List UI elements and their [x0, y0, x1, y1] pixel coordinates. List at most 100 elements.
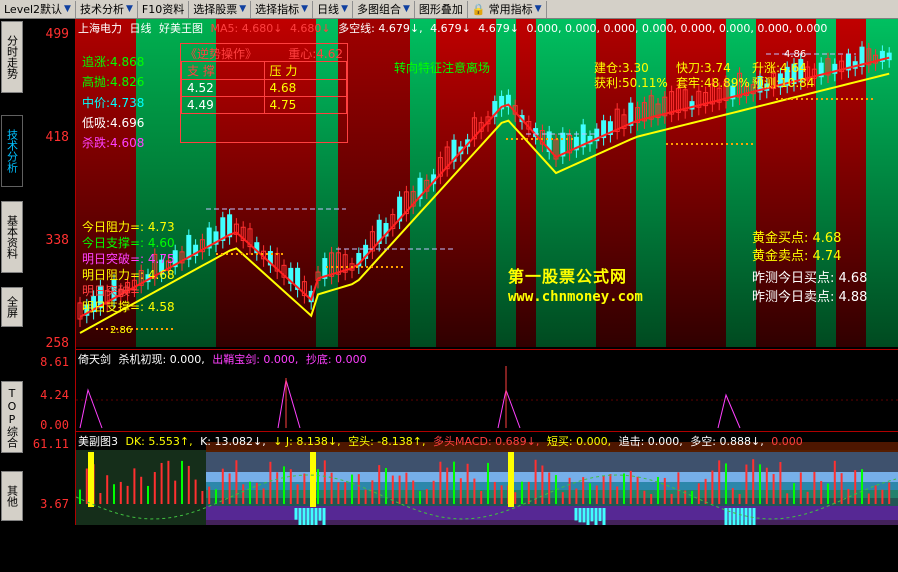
- y-tick-pane2-2: 4.24: [40, 388, 69, 402]
- pane2-name: 倚天剑: [78, 353, 111, 366]
- label-gold-sell: 黄金卖点: 4.74: [752, 249, 842, 264]
- toolbar-level2[interactable]: Level2默认 ▼: [0, 0, 76, 18]
- chevron-down-icon: ▼: [64, 4, 71, 14]
- lock-icon: 🔒: [471, 2, 486, 16]
- toolbar-overlay[interactable]: 图形叠加: [415, 0, 468, 18]
- pane3-zhuigao: 追击: 0.000,: [618, 435, 683, 448]
- ops-support-1: 4.52: [181, 79, 265, 97]
- label-yest-sell: 昨测今日卖点: 4.88: [752, 290, 868, 305]
- label-tomorrow-break-2: 明日突破=: [82, 284, 141, 298]
- tab-basic-info[interactable]: 基本资料: [1, 201, 23, 273]
- y-tick-main-1: 499: [45, 27, 69, 42]
- label-huoli: 获利:50.11%: [594, 76, 668, 90]
- pane3-duotou: 多头MACD: 0.689↓,: [432, 435, 540, 448]
- header-value-2: 4.680↓: [289, 22, 331, 35]
- header-zeros: 0.000, 0.000, 0.000, 0.000, 0.000, 0.000…: [526, 22, 828, 35]
- stock-name: 上海电力: [78, 22, 122, 35]
- chevron-down-icon: ▼: [534, 4, 542, 14]
- chevron-down-icon: ▼: [341, 4, 348, 14]
- y-tick-pane2-3: 0.00: [40, 418, 69, 432]
- ops-support-2: 4.49: [181, 96, 265, 114]
- tab-fullscreen[interactable]: 全屏: [1, 287, 23, 327]
- label-yuce: 预测:10.84: [752, 76, 815, 90]
- label-tomorrow-break: 明日突破=: 4.75: [82, 252, 175, 266]
- top-toolbar: Level2默认 ▼ 技术分析 ▼ F10资料 选择股票 ▼ 选择指标 ▼ 日线 ▼ 多图…: [0, 0, 898, 19]
- label-tomorrow-resist: 明日阻力=: 4.68: [82, 268, 175, 282]
- bottom-area: [0, 525, 898, 572]
- label-taoli: 套牢:48.89%: [676, 76, 750, 90]
- y-tick-pane3-1: 61.11: [32, 437, 69, 451]
- yitianjian-pane[interactable]: 倚天剑 杀机初现: 0.000, 出鞘宝剑: 0.000, 抄底: 0.000: [76, 349, 898, 429]
- label-trend-turn: 转向特征注意离场: [394, 61, 491, 75]
- label-yest-buy: 昨测今日买点: 4.68: [752, 271, 868, 286]
- watermark-title: 第一股票公式网: [508, 267, 628, 286]
- main-header: 上海电力 日线 好美王图 MA5: 4.680↓ 4.680↓ 多空线: 4.6…: [78, 20, 831, 36]
- y-tick-main-4: 258: [45, 336, 69, 351]
- ops-box-center: 重心:4.62: [288, 47, 343, 61]
- tab-other[interactable]: 其他: [1, 471, 23, 521]
- y-axis: 499 418 338 258 8.61 4.24 0.00 61.11 3.6…: [24, 19, 76, 525]
- pane3-name: 美副图3: [78, 435, 118, 448]
- tab-tech-analysis[interactable]: 技术分析: [1, 115, 23, 187]
- pane3-zero: 0.000: [771, 435, 803, 448]
- ma5-value: MA5: 4.680↓: [210, 22, 283, 35]
- y-tick-main-2: 418: [45, 130, 69, 145]
- label-today-resist: 今日阻力=: 4.73: [82, 220, 175, 234]
- pane2-field-3: 抄底: 0.000: [305, 353, 367, 366]
- pane3-dk: DK: 5.553↑,: [125, 435, 193, 448]
- pane2-field-1: 杀机初现: 0.000,: [118, 353, 205, 366]
- chevron-down-icon: ▼: [239, 4, 247, 14]
- toolbar-select-indicator[interactable]: 选择指标 ▼: [251, 0, 314, 18]
- pane3-k: K: 13.082↓,: [200, 435, 266, 448]
- header-value-4: 4.679↓: [430, 22, 471, 35]
- header-value-5: 4.679↓: [478, 22, 520, 35]
- pane2-spike: [79, 388, 103, 429]
- label-gold-buy: 黄金买点: 4.68: [752, 231, 842, 246]
- pane2-spike: [497, 388, 521, 429]
- label-shadie: 杀跌:4.608: [82, 136, 145, 150]
- pane3-duokong: 多空: 0.888↓,: [690, 435, 764, 448]
- pane3-j: ↓ J: 8.138↓,: [273, 435, 341, 448]
- label-dixi: 低吸:4.696: [82, 116, 145, 130]
- toolbar-select-stock[interactable]: 选择股票 ▼: [189, 0, 252, 18]
- label-zhuizhang: 追涨:4.868: [82, 55, 145, 69]
- toolbar-common-indicators[interactable]: 🔒 常用指标 ▼: [468, 0, 547, 18]
- ops-col-pressure: 压 力: [263, 61, 347, 80]
- y-tick-pane2-1: 8.61: [40, 355, 69, 369]
- label-today-support: 今日支撑=: 4.60: [82, 236, 175, 250]
- ops-table: 支 撑 压 力 4.52 4.68 4.49 4.75: [181, 61, 347, 114]
- chevron-down-icon: ▼: [125, 4, 133, 14]
- y-tick-pane3-2: 3.67: [40, 497, 69, 511]
- reverse-ops-box: 《逆势操作》 重心:4.62 支 撑 压 力 4.52 4.68 4.49 4.…: [180, 43, 348, 143]
- ops-pressure-2: 4.75: [263, 96, 347, 114]
- chevron-down-icon: ▼: [402, 4, 410, 14]
- pane3-yellow-marker: [310, 452, 316, 507]
- ops-col-support: 支 撑: [181, 61, 265, 80]
- label-zhongjia: 中价:4.738: [82, 96, 145, 110]
- indicator-name: 好美王图: [159, 22, 203, 35]
- chevron-down-icon: ▼: [301, 4, 309, 14]
- ops-pressure-1: 4.68: [263, 79, 347, 97]
- period-label: 日线: [129, 22, 152, 35]
- label-price-low: 2.86: [110, 325, 133, 336]
- label-gaopao: 高抛:4.826: [82, 75, 145, 89]
- y-tick-main-3: 338: [45, 233, 69, 248]
- label-tomorrow-support: 明日支撑=: 4.58: [82, 300, 175, 314]
- toolbar-tech-analysis[interactable]: 技术分析 ▼: [76, 0, 138, 18]
- toolbar-daily[interactable]: 日线 ▼: [313, 0, 353, 18]
- watermark-url: www.chnmoney.com: [508, 289, 643, 305]
- pane3-kongtou: 空头: -8.138↑,: [348, 435, 426, 448]
- pane3-header: 美副图3 DK: 5.553↑, K: 13.082↓, ↓ J: 8.138↓…: [78, 433, 807, 449]
- toolbar-f10[interactable]: F10资料: [138, 0, 190, 18]
- tab-intraday[interactable]: 分时走势: [1, 21, 23, 93]
- toolbar-multi-chart[interactable]: 多图组合 ▼: [353, 0, 415, 18]
- pane2-spike: [277, 379, 301, 429]
- main-chart-pane[interactable]: 上海电力 日线 好美王图 MA5: 4.680↓ 4.680↓ 多空线: 4.6…: [76, 19, 898, 347]
- tab-top-summary[interactable]: TOP综合: [1, 381, 23, 453]
- pane3-duanmai: 短买: 0.000,: [546, 435, 612, 448]
- pane2-header: 倚天剑 杀机初现: 0.000, 出鞘宝剑: 0.000, 抄底: 0.000: [78, 351, 371, 367]
- side-tabs: 分时走势 技术分析 基本资料 全屏 TOP综合 其他: [0, 19, 24, 525]
- pane3-yellow-marker: [508, 452, 514, 507]
- duokong-value: 多空线: 4.679↓,: [338, 22, 423, 35]
- pane2-field-2: 出鞘宝剑: 0.000,: [212, 353, 299, 366]
